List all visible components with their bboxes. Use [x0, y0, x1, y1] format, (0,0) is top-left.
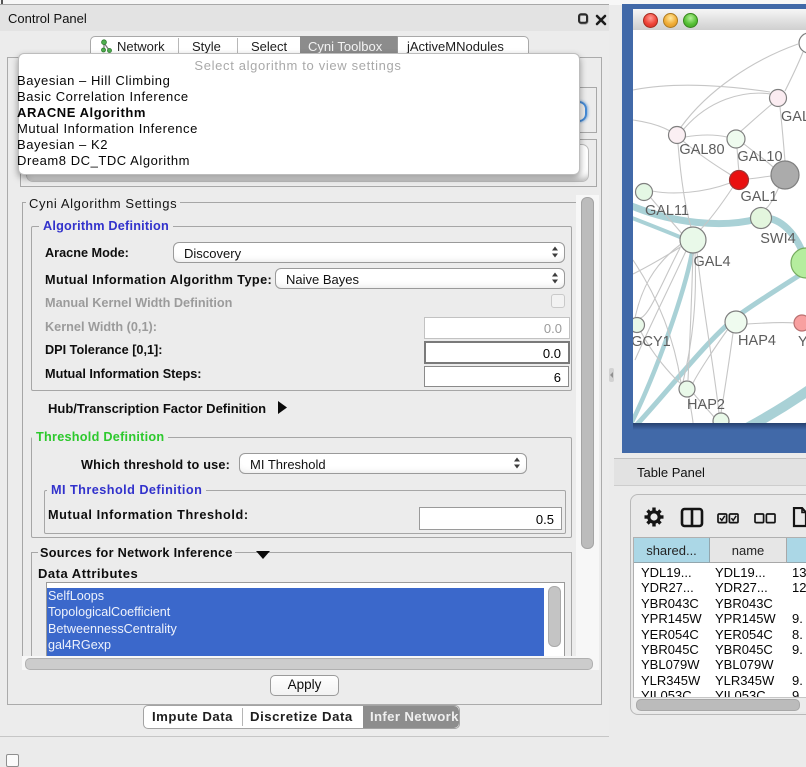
svg-text:GAL4: GAL4 [693, 254, 730, 270]
svg-text:HAP2: HAP2 [687, 397, 725, 413]
svg-text:SWI4: SWI4 [760, 231, 795, 247]
svg-text:GCY1: GCY1 [633, 334, 671, 350]
svg-text:GAL80: GAL80 [679, 142, 724, 158]
svg-text:GAL11: GAL11 [645, 203, 689, 219]
svg-text:GAL80: GAL80 [781, 109, 806, 125]
svg-text:GAL1: GAL1 [740, 189, 777, 205]
svg-text:GAL10: GAL10 [737, 149, 782, 165]
svg-text:YE: YE [798, 334, 806, 350]
svg-text:HAP4: HAP4 [738, 333, 776, 349]
